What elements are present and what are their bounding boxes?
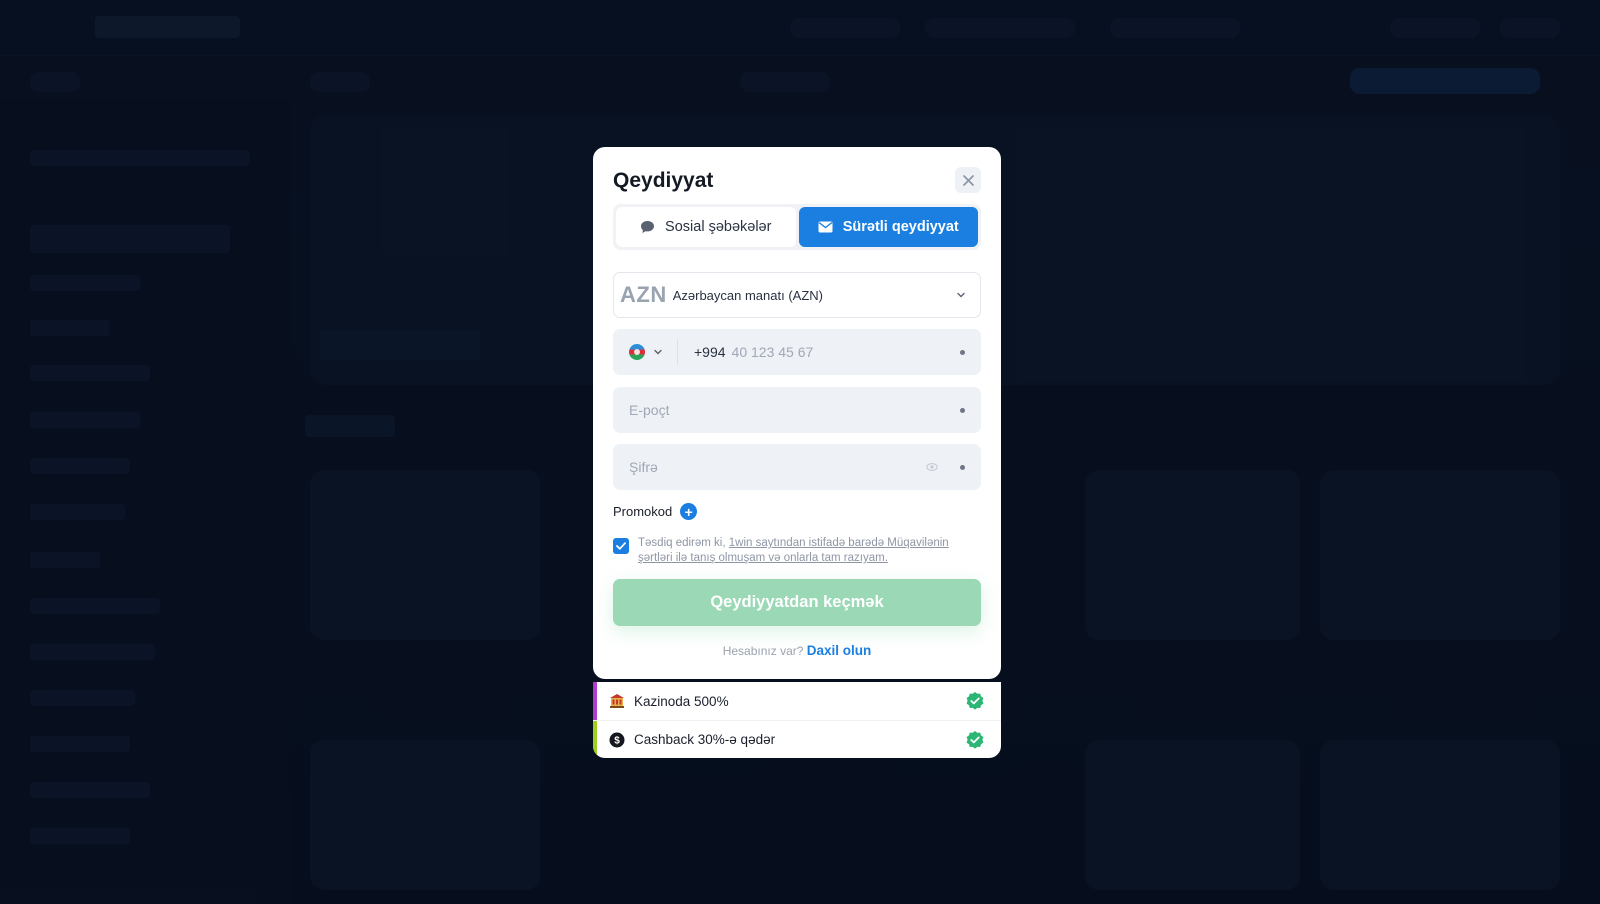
required-indicator [960,349,965,355]
verified-badge-icon [966,730,984,749]
tab-quick-label: Sürətli qeydiyyat [842,219,959,235]
check-icon [616,542,626,550]
bonus-item-casino: Kazinoda 500% [593,682,1001,720]
verified-badge-icon [966,692,984,710]
registration-tabs: Sosial şəbəkələr Sürətli qeydiyyat [613,204,981,250]
login-link[interactable]: Daxil olun [807,643,872,658]
phone-field: +994 [613,329,981,375]
bonus-panel: Kazinoda 500% $ Cashback 30%-ə qədər [593,682,1001,758]
required-indicator [960,464,965,470]
cashback-icon: $ [609,732,625,748]
email-field-wrapper [613,387,981,433]
close-icon [962,174,974,186]
terms-checkbox[interactable] [613,538,629,554]
bonus-accent-bar [593,721,597,758]
bonus-item-cashback: $ Cashback 30%-ə qədər [593,720,1001,758]
casino-icon [609,693,625,709]
email-field[interactable] [629,402,950,418]
promo-label: Promokod [613,504,673,519]
svg-text:$: $ [614,735,620,746]
bonus-accent-bar [593,682,597,720]
promo-row: Promokod + [613,503,698,520]
password-field[interactable] [629,459,926,475]
chat-bubble-icon [641,221,655,233]
registration-modal: Qeydiyyat Sosial şəbəkələr Sürətli qeydi… [593,147,1001,679]
azerbaijan-flag-icon [629,344,645,360]
add-promo-button[interactable]: + [680,503,698,520]
tab-social-networks[interactable]: Sosial şəbəkələr [616,207,796,247]
eye-icon[interactable] [926,461,938,473]
tab-social-label: Sosial şəbəkələr [665,219,772,235]
terms-prefix: Təsdiq edirəm ki, [638,537,729,549]
required-indicator [960,407,965,413]
register-submit-button[interactable]: Qeydiyyatdan keçmək [613,579,981,626]
terms-agreement: Təsdiq edirəm ki, 1win saytından istifad… [613,536,981,566]
close-button[interactable] [955,167,981,193]
currency-code: AZN [620,282,667,307]
login-prompt: Hesabınız var? [722,644,804,658]
bonus-label: Kazinoda 500% [634,693,729,709]
password-field-wrapper [613,444,981,490]
modal-title: Qeydiyyat [613,169,714,192]
chevron-down-icon [957,292,965,298]
phone-divider [677,339,678,365]
currency-name: Azərbaycan manatı (AZN) [672,287,823,303]
terms-text: Təsdiq edirəm ki, 1win saytından istifad… [638,536,981,566]
login-row: Hesabınız var? Daxil olun [593,643,1001,658]
country-selector[interactable] [629,344,663,360]
phone-input[interactable] [731,344,950,360]
envelope-icon [818,221,833,233]
chevron-down-icon [654,349,662,355]
bonus-label: Cashback 30%-ə qədər [634,732,776,747]
currency-select[interactable]: AZN Azərbaycan manatı (AZN) [613,272,981,318]
tab-quick-registration[interactable]: Sürətli qeydiyyat [798,207,978,247]
phone-prefix: +994 [694,344,726,360]
